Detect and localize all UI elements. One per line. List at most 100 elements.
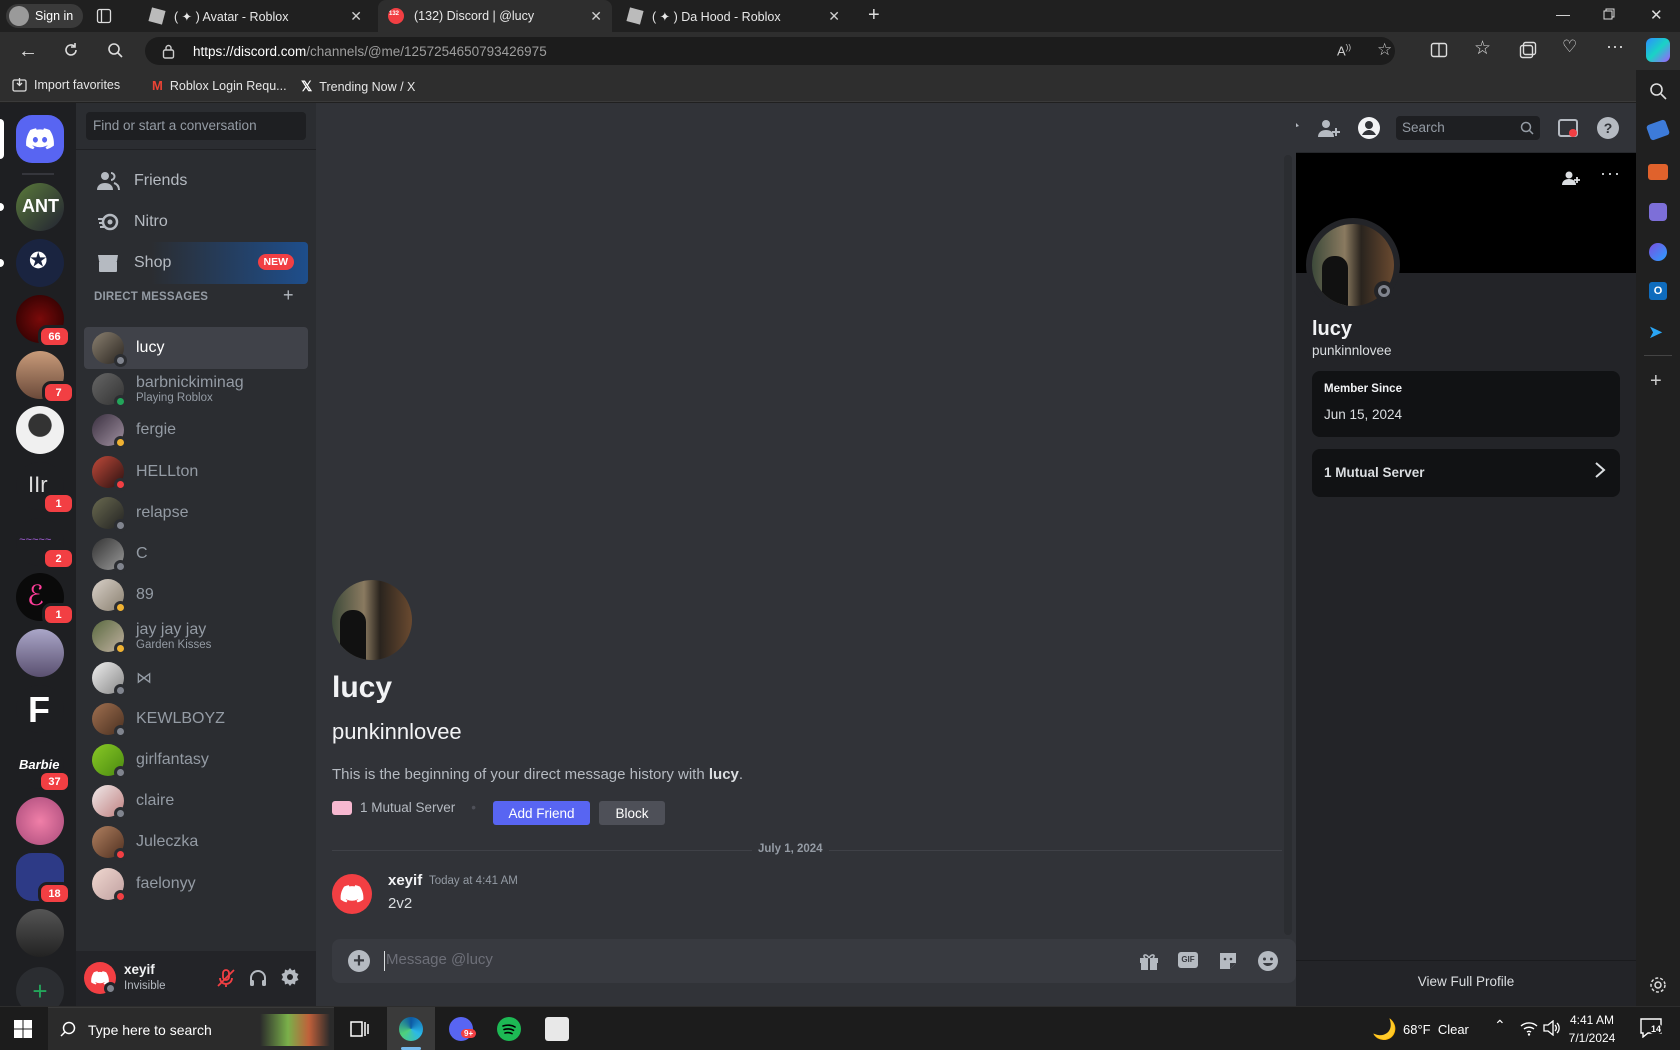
home-discord-button[interactable] — [16, 115, 64, 163]
taskbar-edge-active[interactable] — [387, 1007, 435, 1050]
restore-icon[interactable] — [1603, 8, 1615, 20]
refresh-icon[interactable] — [62, 41, 80, 59]
tools-briefcase-icon[interactable] — [1648, 164, 1668, 180]
user-avatar[interactable] — [84, 962, 117, 995]
profile-button[interactable]: Sign in — [6, 4, 84, 28]
add-friends-to-dm-icon[interactable] — [1317, 116, 1341, 140]
dm-item[interactable]: fergie — [84, 409, 308, 451]
clock-time[interactable]: 4:41 AM — [1562, 1013, 1622, 1027]
message-input[interactable]: Message @lucy — [384, 951, 1084, 971]
close-tab-icon[interactable]: ✕ — [828, 8, 840, 25]
dm-item[interactable]: lucy — [84, 327, 308, 369]
close-window-icon[interactable]: ✕ — [1650, 6, 1663, 24]
dm-item[interactable]: jay jay jay Garden Kisses — [84, 615, 308, 657]
settings-more-icon[interactable]: ··· — [1606, 36, 1624, 57]
dm-item[interactable]: relapse — [84, 492, 308, 534]
dm-item[interactable]: HELLton — [84, 451, 308, 493]
tab-avatar-roblox[interactable]: ( ✦ ) Avatar - Roblox ✕ — [140, 0, 372, 32]
server-star[interactable]: ✪ — [16, 239, 64, 287]
inbox-icon[interactable] — [1556, 116, 1580, 140]
sidebar-settings-gear-icon[interactable] — [1649, 976, 1667, 994]
user-profile-toggle-icon[interactable] — [1357, 116, 1381, 140]
view-full-profile-link[interactable]: View Full Profile — [1296, 974, 1636, 989]
headphones-icon[interactable] — [248, 968, 268, 988]
nav-shop[interactable]: Shop NEW — [84, 242, 308, 284]
tab-actions-icon[interactable] — [96, 8, 112, 24]
find-conversation-input[interactable]: Find or start a conversation — [86, 112, 306, 140]
more-options-icon[interactable]: ··· — [1600, 163, 1621, 184]
nav-friends[interactable]: Friends — [84, 160, 308, 202]
mute-microphone-icon[interactable] — [216, 968, 236, 988]
bookmark-import-favorites[interactable]: Import favorites — [12, 78, 120, 92]
help-icon[interactable]: ? — [1596, 116, 1620, 140]
sidebar-search-icon[interactable] — [1649, 82, 1667, 100]
weather-text[interactable]: 68°F Clear — [1403, 1022, 1469, 1037]
server-anime[interactable] — [16, 629, 64, 677]
read-aloud-icon[interactable]: A)) — [1337, 43, 1351, 58]
mutual-servers-row[interactable]: 1 Mutual Server — [1312, 449, 1620, 497]
add-sidebar-app-icon[interactable]: + — [1650, 370, 1662, 393]
split-screen-icon[interactable] — [1430, 41, 1448, 59]
close-tab-icon[interactable]: ✕ — [590, 8, 602, 25]
sticker-icon[interactable] — [1217, 950, 1239, 972]
taskbar-discord-icon[interactable]: 9+ — [449, 1017, 477, 1041]
create-dm-plus-icon[interactable]: + — [283, 285, 294, 306]
dm-item[interactable]: 89 — [84, 574, 308, 616]
nav-nitro[interactable]: Nitro — [84, 201, 308, 243]
favorite-star-icon[interactable]: ☆ — [1377, 40, 1392, 60]
chat-scrollbar[interactable] — [1284, 155, 1292, 935]
server-ant[interactable]: ANT — [16, 183, 64, 231]
shopping-tag-icon[interactable] — [1645, 119, 1671, 141]
gif-icon[interactable]: GIF — [1178, 952, 1198, 968]
browser-essentials-icon[interactable]: ♡ — [1562, 37, 1577, 57]
add-friend-button[interactable]: Add Friend — [493, 801, 590, 825]
dm-item[interactable]: girlfantasy — [84, 739, 308, 781]
back-arrow-icon[interactable]: ← — [18, 41, 38, 61]
search-icon[interactable] — [107, 42, 123, 58]
message-avatar[interactable] — [332, 874, 372, 914]
dm-item[interactable]: Juleczka — [84, 821, 308, 863]
server-pink[interactable] — [16, 797, 64, 845]
gift-icon[interactable] — [1138, 950, 1160, 972]
copilot-icon[interactable] — [1646, 38, 1670, 62]
bookmark-roblox-login[interactable]: M Roblox Login Requ... — [152, 78, 287, 93]
favorites-icon[interactable]: ☆ — [1474, 37, 1491, 60]
taskbar-spotify-icon[interactable] — [497, 1017, 521, 1041]
block-button[interactable]: Block — [599, 801, 665, 825]
taskbar-search-box[interactable]: Type here to search — [48, 1007, 334, 1050]
copilot-sidebar-icon[interactable] — [1649, 243, 1667, 261]
url-field[interactable]: https://discord.com/channels/@me/1257254… — [145, 37, 1395, 65]
close-tab-icon[interactable]: ✕ — [350, 8, 362, 25]
tray-chevron-up-icon[interactable]: ⌃ — [1494, 1017, 1506, 1034]
emoji-icon[interactable] — [1257, 950, 1279, 972]
task-view-icon[interactable] — [350, 1019, 370, 1039]
server-bw[interactable] — [16, 909, 64, 957]
collections-icon[interactable] — [1519, 41, 1537, 59]
new-tab-plus-icon[interactable]: + — [868, 4, 880, 27]
server-avatar[interactable] — [16, 406, 64, 454]
dm-item[interactable]: ⋈ — [84, 657, 308, 699]
message-author[interactable]: xeyif — [388, 872, 422, 889]
server-f[interactable]: F — [16, 685, 64, 733]
windows-start-icon[interactable] — [14, 1020, 32, 1038]
minimize-icon[interactable]: — — [1556, 6, 1570, 22]
user-settings-gear-icon[interactable] — [280, 967, 300, 987]
clock-date[interactable]: 7/1/2024 — [1562, 1031, 1622, 1045]
dm-item[interactable]: KEWLBOYZ — [84, 698, 308, 740]
bookmark-trending-x[interactable]: 𝕏 Trending Now / X — [301, 78, 415, 95]
dm-item[interactable]: C — [84, 533, 308, 575]
games-icon[interactable] — [1649, 203, 1667, 221]
intro-mutual-servers[interactable]: 1 Mutual Server • — [332, 800, 476, 815]
dm-item[interactable]: claire — [84, 780, 308, 822]
taskbar-app-icon[interactable] — [545, 1017, 569, 1041]
dm-item[interactable]: faelonyy — [84, 863, 308, 905]
outlook-icon[interactable]: O — [1649, 282, 1667, 300]
add-friend-icon[interactable] — [1562, 169, 1580, 187]
attach-plus-icon[interactable]: + — [348, 950, 370, 972]
volume-icon[interactable] — [1543, 1020, 1561, 1036]
notification-center-icon[interactable]: 14 — [1640, 1018, 1664, 1038]
tab-dahood-roblox[interactable]: ( ✦ ) Da Hood - Roblox ✕ — [618, 0, 850, 32]
tab-discord[interactable]: 132 (132) Discord | @lucy ✕ — [378, 0, 612, 32]
dm-item[interactable]: barbnickiminag Playing Roblox — [84, 368, 308, 410]
network-wifi-icon[interactable] — [1520, 1020, 1538, 1036]
